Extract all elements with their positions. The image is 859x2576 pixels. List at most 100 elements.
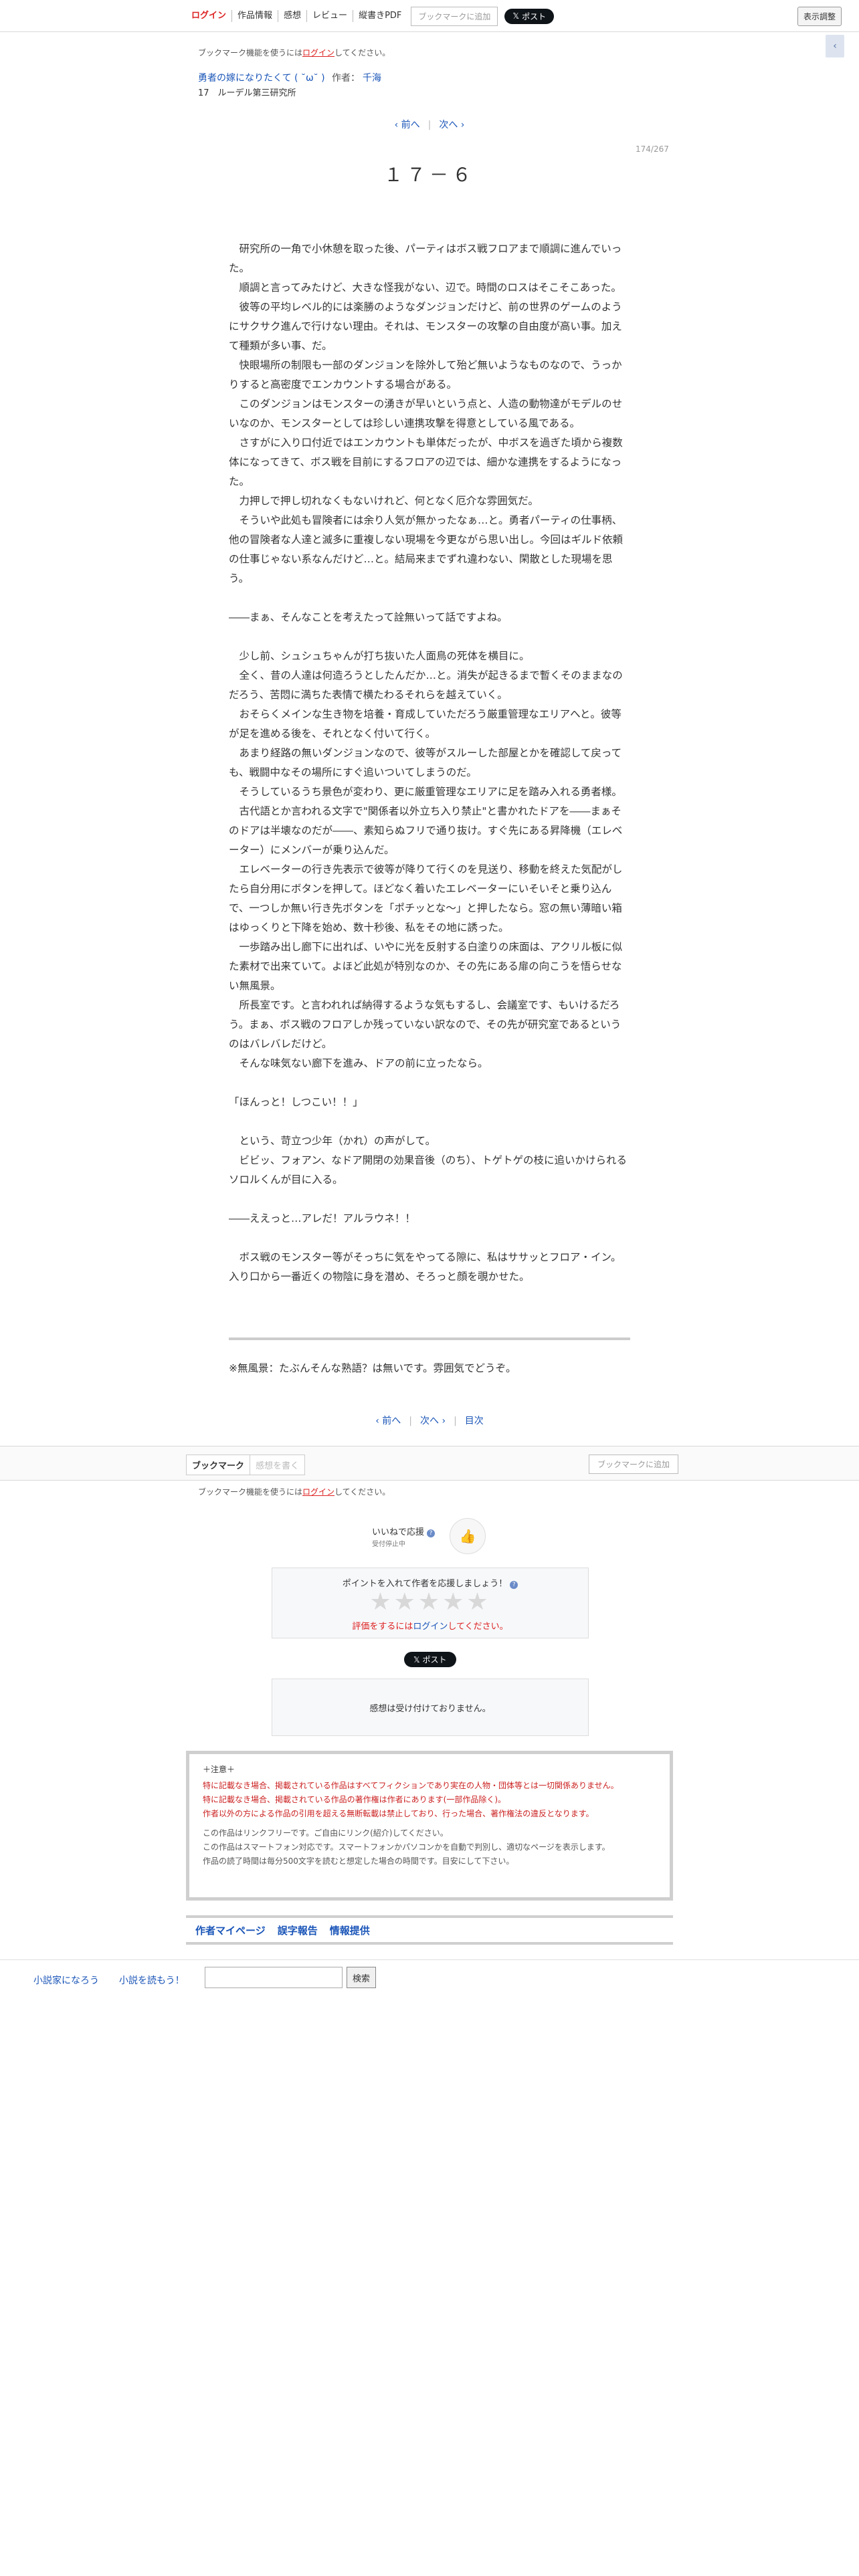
review-link[interactable]: レビュー xyxy=(307,10,354,22)
x-logo-icon: 𝕏 xyxy=(413,1655,423,1665)
prev-link-bottom[interactable]: ‹ 前へ xyxy=(375,1416,401,1426)
login-link[interactable]: ログイン xyxy=(186,10,233,22)
novel-paragraph xyxy=(229,1073,630,1093)
novel-paragraph: 一歩踏み出し廊下に出れば、いやに光を反射する白塗りの床面は、アクリル板に似た素材… xyxy=(229,941,623,992)
x-post-button[interactable]: 𝕏 ポスト xyxy=(504,8,555,24)
review-closed-text: 感想は受け付けておりません。 xyxy=(369,1703,491,1714)
rating-title-text: ポイントを入れて作者を応援しましょう！ xyxy=(342,1579,508,1589)
search-button[interactable]: 検索 xyxy=(347,1967,377,1988)
notice-copyright: 特に記載なき場合、掲載されている作品はすべてフィクションであり実在の人物・団体等… xyxy=(203,1779,656,1821)
pager-divider: | xyxy=(454,1416,457,1426)
notice-line: 特に記載なき場合、掲載されている作品の著作権は作者にあります(一部作品除く)。 xyxy=(203,1795,506,1804)
help-icon[interactable]: ? xyxy=(427,1529,436,1537)
rating-box: ポイントを入れて作者を応援しましょう！? ★★★★★ 評価をするにはログインして… xyxy=(272,1568,589,1638)
syosetu-link[interactable]: 小説家になろう xyxy=(33,1973,99,1987)
rating-title: ポイントを入れて作者を応援しましょう！? xyxy=(272,1576,588,1589)
notice-info: この作品はリンクフリーです。ご自由にリンク(紹介)してください。 この作品はスマ… xyxy=(203,1826,656,1868)
rating-login-note: 評価をするにはログインしてください。 xyxy=(272,1619,588,1632)
prev-link[interactable]: ‹ 前へ xyxy=(395,120,420,130)
afterword-divider xyxy=(229,1337,630,1340)
x-post-label: ポスト xyxy=(422,1655,447,1665)
novel-paragraph: 少し前、シュシュちゃんが打ち抜いた人面鳥の死体を横目に。 xyxy=(229,650,530,662)
bookmark-login-note: ブックマーク機能を使うにはログインしてください。 xyxy=(198,47,390,58)
author-mypage-link[interactable]: 作者マイページ xyxy=(195,1923,266,1937)
star-rating[interactable]: ★★★★★ xyxy=(272,1588,588,1616)
impressions-link[interactable]: 感想 xyxy=(278,10,308,22)
yomou-link[interactable]: 小説を読もう！ xyxy=(119,1973,185,1987)
novel-paragraph xyxy=(229,1112,630,1132)
notice-line: 特に記載なき場合、掲載されている作品はすべてフィクションであり実在の人物・団体等… xyxy=(203,1781,619,1790)
novel-paragraph: そんな味気ない廊下を進み、ドアの前に立ったなら。 xyxy=(229,1057,488,1069)
pager-top: ‹ 前へ | 次へ › xyxy=(0,118,859,131)
novel-paragraph: おそらくメインな生き物を培養・育成していただろう厳重管理なエリアへと。彼等が足を… xyxy=(229,708,622,740)
typo-report-link[interactable]: 誤字報告 xyxy=(278,1923,318,1937)
next-link[interactable]: 次へ › xyxy=(439,120,464,130)
novel-paragraph: 所長室です。と言われれば納得するような気もするし、会議室です、もいけるだろう。ま… xyxy=(229,999,622,1050)
like-label-text: いいねで応援 xyxy=(372,1527,425,1537)
chapter-subtitle: 17 ルーデル第三研究所 xyxy=(198,88,296,98)
novel-paragraph: そうしているうち景色が変わり、更に厳重管理なエリアに足を踏み入れる勇者様。 xyxy=(229,786,622,798)
novel-paragraph xyxy=(229,1228,630,1248)
novel-paragraph: ボス戦のモンスター等がそっちに気をやってる隙に、私はササッとフロア・イン。入り口… xyxy=(229,1251,622,1283)
novel-paragraph: 研究所の一角で小休憩を取った後、パーティはボス戦フロアまで順調に進んでいった。 xyxy=(229,243,622,274)
novel-paragraph: 古代語とか言われる文字で"関係者以外立ち入り禁止"と書かれたドアを――まぁそのド… xyxy=(229,805,623,856)
search-input[interactable] xyxy=(205,1967,343,1988)
x-post-label: ポスト xyxy=(522,11,547,21)
novel-paragraph: ビビッ、フォアン、なドア開閉の効果音後（のち）、トゲトゲの枝に追いかけられるソロ… xyxy=(229,1154,628,1186)
next-link-bottom[interactable]: 次へ › xyxy=(420,1416,446,1426)
top-menu: ログイン 作品情報 感想 レビュー 縦書きPDF ブックマークに追加 𝕏 ポスト xyxy=(186,6,555,26)
author-link[interactable]: 千海 xyxy=(363,73,381,84)
note-text: ブックマーク機能を使うには xyxy=(198,48,303,58)
like-area: いいねで応援? 受付停止中 👍 xyxy=(372,1518,492,1558)
side-panel-toggle[interactable]: ‹ xyxy=(826,35,844,58)
note-text-end: してください。 xyxy=(335,48,391,58)
pager-divider: | xyxy=(427,120,432,130)
page-count: 174/267 xyxy=(636,144,669,154)
notice-box: ＋注意＋ 特に記載なき場合、掲載されている作品はすべてフィクションであり実在の人… xyxy=(186,1751,673,1901)
novel-paragraph: 順調と言ってみたけど、大きな怪我がない、辺で。時間のロスはそこそこあった。 xyxy=(229,282,622,294)
display-settings-button[interactable]: 表示調整 xyxy=(797,7,842,26)
novel-paragraph: 彼等の平均レベル的には楽勝のようなダンジョンだけど、前の世界のゲームのようにサク… xyxy=(229,301,622,352)
x-post-button-bottom[interactable]: 𝕏 ポスト xyxy=(404,1652,456,1667)
notice-line: この作品はリンクフリーです。ご自由にリンク(紹介)してください。 xyxy=(203,1828,448,1838)
novel-paragraph: 快眼場所の制限も一部のダンジョンを除外して殆ど無いようなものなので、うっかりする… xyxy=(229,359,622,391)
novel-paragraph xyxy=(229,627,630,647)
thumbs-up-icon: 👍 xyxy=(459,1528,476,1544)
like-button[interactable]: 👍 xyxy=(450,1518,486,1554)
review-closed-box: 感想は受け付けておりません。 xyxy=(272,1679,589,1736)
note-login-link[interactable]: ログイン xyxy=(302,48,335,58)
x-logo-icon: 𝕏 xyxy=(512,11,520,21)
novel-paragraph: 力押しで押し切れなくもないけれど、何となく厄介な雰囲気だ。 xyxy=(229,495,539,507)
author-links: 作者マイページ 誤字報告 情報提供 xyxy=(186,1915,673,1945)
strip-tabs: ブックマーク 感想を書く xyxy=(186,1455,306,1475)
author-label: 作者： xyxy=(332,73,361,84)
work-info-link[interactable]: 作品情報 xyxy=(232,10,279,22)
rating-login-link[interactable]: ログイン xyxy=(413,1622,448,1632)
novel-paragraph xyxy=(229,1190,630,1209)
novel-paragraph: エレベーターの行き先表示で彼等が降りて行くのを見送り、移動を終えた気配がしたら自… xyxy=(229,863,623,934)
notice-line: この作品はスマートフォン対応です。スマートフォンかパソコンかを自動で判別し、適切… xyxy=(203,1842,610,1852)
bookmark-add-button-bottom[interactable]: ブックマークに追加 xyxy=(589,1455,679,1474)
tab-write-review[interactable]: 感想を書く xyxy=(250,1455,306,1475)
info-provide-link[interactable]: 情報提供 xyxy=(330,1923,370,1937)
novel-paragraph: そういや此処も冒険者には余り人気が無かったなぁ…と。勇者パーティの仕事柄、他の冒… xyxy=(229,514,624,584)
novel-paragraph: ――まぁ、そんなことを考えたって詮無いって話ですよね。 xyxy=(229,611,508,623)
notice-line: 作者以外の方による作品の引用を超える無断転載は禁止しており、行った場合、著作権法… xyxy=(203,1809,594,1818)
notice-line: 作品の読了時間は毎分500文字を読むと想定した場合の時間です。目安にして下さい。 xyxy=(203,1856,514,1866)
novel-paragraph: という、苛立つ少年（かれ）の声がして。 xyxy=(229,1135,436,1147)
vertical-pdf-link[interactable]: 縦書きPDF xyxy=(353,10,407,22)
novel-paragraph: あまり経路の無いダンジョンなので、彼等がスルーした部屋とかを確認して戻っても、戦… xyxy=(229,747,622,778)
series-title-link[interactable]: 勇者の嫁になりたくて ( ˘ω˘ ) xyxy=(198,73,328,84)
novel-paragraph: 全く、昔の人達は何造ろうとしたんだか…と。消失が起きるまで暫くそのままなのだろう… xyxy=(229,669,623,701)
series-info: 勇者の嫁になりたくて ( ˘ω˘ ) 作者： 千海 xyxy=(198,71,381,84)
toc-link[interactable]: 目次 xyxy=(465,1416,484,1426)
like-label: いいねで応援? xyxy=(372,1525,436,1537)
tab-bookmark[interactable]: ブックマーク xyxy=(186,1455,251,1475)
note-login-link-bottom[interactable]: ログイン xyxy=(302,1487,335,1497)
chapter-title: １７－６ xyxy=(383,164,475,186)
pager-bottom: ‹ 前へ | 次へ › | 目次 xyxy=(0,1414,859,1427)
pager-divider: | xyxy=(409,1416,412,1426)
notice-heading: ＋注意＋ xyxy=(203,1765,235,1774)
bookmark-strip: ブックマーク 感想を書く ブックマークに追加 xyxy=(0,1446,859,1481)
bookmark-add-button[interactable]: ブックマークに追加 xyxy=(411,6,498,26)
